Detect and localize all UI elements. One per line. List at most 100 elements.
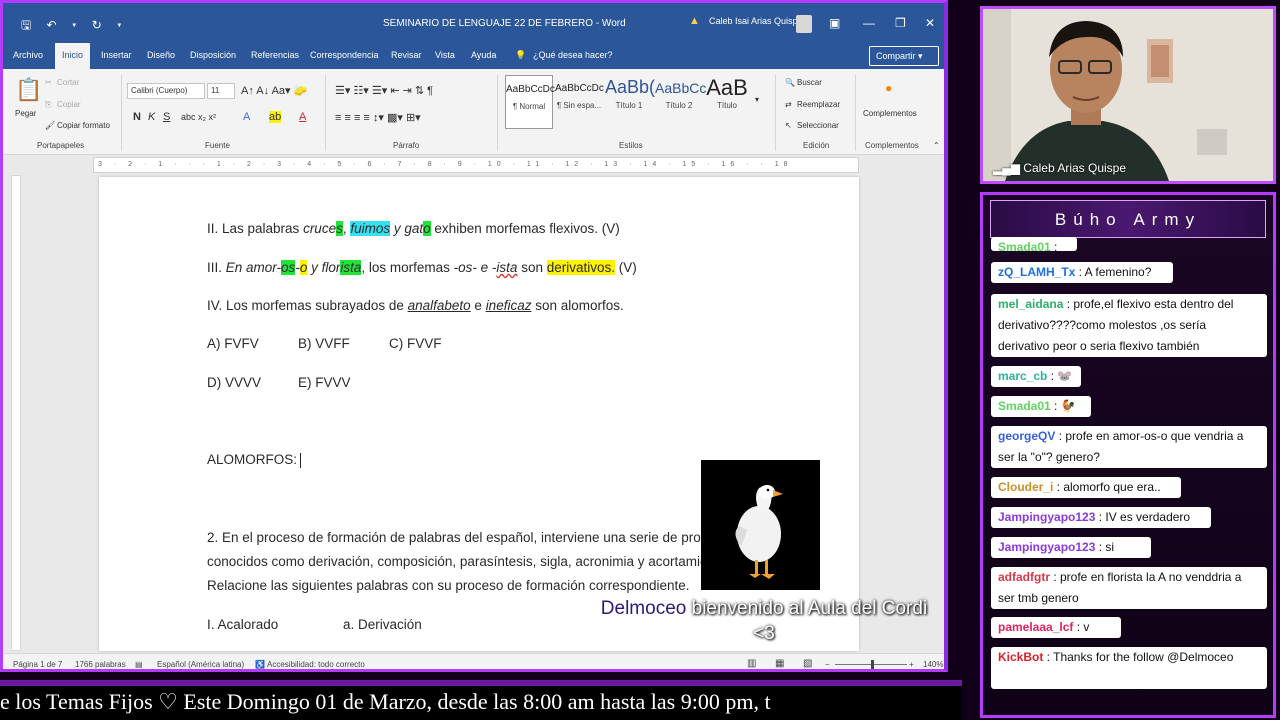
group-separator — [121, 75, 122, 151]
cut-button[interactable]: Cortar — [57, 78, 79, 87]
doc-line-iii: III. En amor-os-o y florista, los morfem… — [207, 260, 637, 275]
chat-panel: Búho Army Smada01 : zQ_LAMH_Tx : A femen… — [980, 192, 1276, 718]
tab-inicio[interactable]: Inicio — [55, 43, 91, 69]
replace-button[interactable]: Reemplazar — [797, 100, 840, 109]
chat-username[interactable]: adfadfgtr — [998, 570, 1050, 584]
select-button[interactable]: Seleccionar — [797, 121, 839, 130]
style-heading-1[interactable]: AaBb(Título 1 — [605, 75, 656, 129]
text-effects-icon[interactable]: A — [243, 111, 250, 123]
paragraph-group-label: Párrafo — [393, 141, 420, 150]
tab-revisar[interactable]: Revisar — [391, 50, 422, 60]
addins-icon[interactable]: ● — [885, 81, 892, 95]
copy-button[interactable]: Copiar — [57, 100, 81, 109]
quick-access-toolbar[interactable]: 🖫 ↶ ▾ ↻ ▾ — [21, 16, 128, 37]
chat-username[interactable]: Smada01 — [998, 399, 1051, 413]
font-size-buttons[interactable]: A↑ A↓ Aa▾ 🧽 — [241, 84, 307, 97]
zoom-in-icon[interactable]: + — [909, 660, 914, 669]
doc-line-ii: II. Las palabras cruces, fuimos y gato e… — [207, 221, 620, 236]
chat-username[interactable]: KickBot — [998, 650, 1043, 664]
font-effects-buttons[interactable]: abc x₂ x² — [181, 112, 216, 122]
format-painter-button[interactable]: Copiar formato — [57, 121, 110, 130]
select-icon[interactable]: ↖ — [785, 121, 792, 130]
read-mode-icon[interactable]: ▥ — [747, 658, 756, 669]
chat-username[interactable]: Clouder_i — [998, 480, 1053, 494]
tab-vista[interactable]: Vista — [435, 50, 455, 60]
share-button[interactable]: Compartir ▾ — [869, 46, 939, 66]
style-title[interactable]: AaB Título — [703, 75, 751, 129]
text-run: son — [517, 260, 547, 275]
find-button[interactable]: Buscar — [797, 78, 822, 87]
list-buttons[interactable]: ☰▾ ☷▾ ☰▾ ⇤ ⇥ ⇅ ¶ — [335, 84, 433, 97]
chat-username[interactable]: Jampingyapo123 — [998, 540, 1095, 554]
styles-more-icon[interactable]: ▾ — [755, 95, 759, 104]
close-icon[interactable]: ✕ — [925, 16, 935, 30]
zoom-out-icon[interactable]: − — [825, 660, 830, 669]
chat-username[interactable]: pamelaaa_lcf — [998, 620, 1073, 634]
user-avatar[interactable] — [796, 15, 812, 33]
alignment-buttons[interactable]: ≡ ≡ ≡ ≡ ↕▾ ▩▾ ⊞▾ — [335, 111, 421, 124]
chat-username[interactable]: marc_cb — [998, 369, 1047, 383]
chat-username[interactable]: Jampingyapo123 — [998, 510, 1095, 524]
font-group-label: Fuente — [205, 141, 230, 150]
clipboard-group-label: Portapapeles — [37, 141, 85, 150]
page-count[interactable]: Página 1 de 7 — [13, 660, 62, 669]
user-name[interactable]: Caleb Isai Arias Quispe — [709, 16, 803, 26]
chat-username[interactable]: Smada01 — [998, 240, 1051, 251]
paste-icon[interactable]: 📋 — [15, 77, 42, 103]
font-size-combo[interactable]: 11 — [207, 83, 235, 99]
chat-message: marc_cb : 🐭 — [991, 366, 1081, 387]
italic-button[interactable]: K — [148, 111, 155, 123]
format-painter-icon[interactable]: 🖌 — [45, 121, 55, 130]
maximize-icon[interactable]: ❐ — [895, 16, 906, 30]
chat-username[interactable]: georgeQV — [998, 429, 1055, 443]
style-normal[interactable]: AaBbCcDc ¶ Normal — [505, 75, 555, 129]
find-icon[interactable]: 🔍 — [785, 78, 795, 87]
text-run: III. — [207, 260, 226, 275]
tell-me-input[interactable]: ¿Qué desea hacer? — [533, 50, 613, 60]
tab-archivo[interactable]: Archivo — [13, 50, 43, 60]
style-no-spacing[interactable]: AaBbCcDc ¶ Sin espa... — [555, 75, 604, 129]
minimize-icon[interactable]: — — [863, 16, 875, 30]
ruler-numbers: 3 · 2 · 1 · · · 1 · 2 · 3 · 4 · 5 · 6 · … — [98, 161, 793, 168]
print-layout-icon[interactable]: ▦ — [775, 658, 784, 669]
tab-correspondencia[interactable]: Correspondencia — [310, 50, 379, 60]
highlight-color-icon[interactable]: ab — [269, 111, 282, 123]
tab-insertar[interactable]: Insertar — [101, 50, 132, 60]
text-run: ALOMORFOS: — [207, 452, 298, 467]
bold-button[interactable]: N — [133, 111, 141, 123]
chat-text: : — [1050, 240, 1058, 251]
tab-diseno[interactable]: Diseño — [147, 50, 175, 60]
chat-username[interactable]: zQ_LAMH_Tx — [998, 265, 1075, 279]
ribbon-display-icon[interactable]: ▣ — [829, 16, 840, 30]
chat-message: zQ_LAMH_Tx : A femenino? — [991, 262, 1173, 283]
font-color-icon[interactable]: A — [299, 111, 306, 123]
text-run: analfabeto — [407, 298, 471, 313]
style-preview: AaBb( — [605, 77, 656, 97]
word-count[interactable]: 1766 palabras — [75, 660, 126, 669]
font-name-combo[interactable]: Calibri (Cuerpo) — [127, 83, 205, 99]
tab-ayuda[interactable]: Ayuda — [471, 50, 496, 60]
proofing-icon[interactable]: ▤ — [135, 660, 143, 669]
style-heading-2[interactable]: AaBbCc Título 2 — [655, 75, 706, 129]
text-run: e — [470, 298, 486, 313]
accessibility-status[interactable]: Accesibilidad: todo correcto — [267, 660, 365, 669]
web-layout-icon[interactable]: ▧ — [803, 658, 812, 669]
horizontal-ruler[interactable]: 3 · 2 · 1 · · · 1 · 2 · 3 · 4 · 5 · 6 · … — [93, 157, 859, 173]
cut-icon[interactable]: ✂ — [45, 78, 52, 87]
accessibility-icon[interactable]: ♿ — [255, 660, 265, 669]
tab-disposicion[interactable]: Disposición — [190, 50, 236, 60]
chat-username[interactable]: mel_aidana — [998, 297, 1063, 311]
zoom-slider-thumb[interactable] — [871, 660, 874, 669]
collapse-ribbon-icon[interactable]: ⌃ — [933, 141, 940, 150]
paste-button[interactable]: Pegar — [15, 109, 36, 118]
tab-referencias[interactable]: Referencias — [251, 50, 299, 60]
chat-text: : alomorfo que era.. — [1053, 480, 1161, 494]
option-b: B) VVFF — [298, 336, 350, 351]
underline-button[interactable]: S — [163, 111, 170, 123]
copy-icon[interactable]: ⎘ — [45, 100, 51, 110]
zoom-level[interactable]: 140% — [923, 660, 943, 669]
language-status[interactable]: Español (América latina) — [157, 660, 244, 669]
style-preview: AaBbCcDc — [506, 84, 555, 95]
replace-icon[interactable]: ⇄ — [785, 100, 792, 109]
addins-button[interactable]: Complementos — [863, 109, 917, 118]
